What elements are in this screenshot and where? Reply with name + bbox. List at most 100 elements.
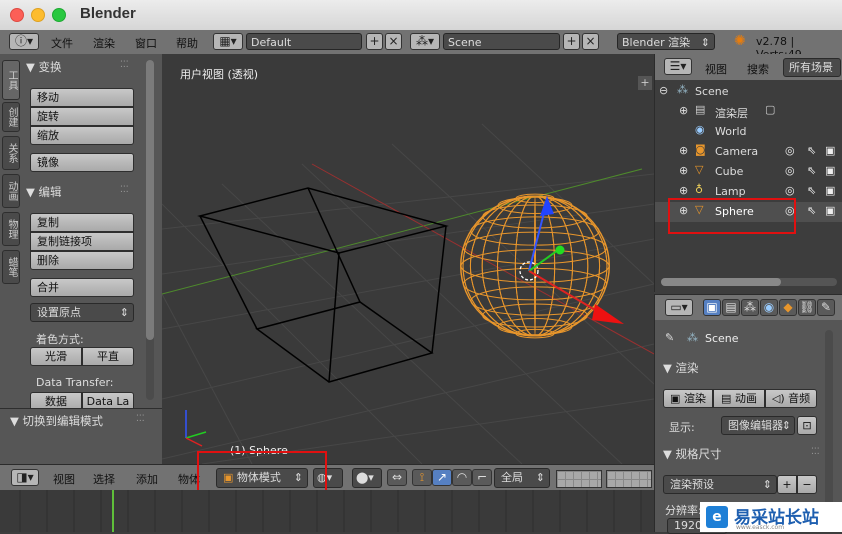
render-camera-icon[interactable]: ▣	[825, 184, 835, 197]
collapse-icon[interactable]: ⊖	[659, 84, 668, 97]
menu-add[interactable]: 添加	[136, 471, 158, 487]
display-mode-select[interactable]: 所有场景	[783, 58, 841, 77]
tab-physics[interactable]: 物理	[2, 212, 20, 246]
mirror-button[interactable]: 镜像	[30, 153, 134, 172]
render-layers-tab-icon[interactable]: ▤	[722, 299, 740, 316]
rotate-button[interactable]: 旋转	[30, 107, 134, 126]
flat-shading-button[interactable]: 平直	[82, 347, 134, 366]
set-origin-select[interactable]: 设置原点 ⇕	[30, 303, 134, 322]
menu-select[interactable]: 选择	[93, 471, 115, 487]
move-button[interactable]: 移动	[30, 88, 134, 107]
tool-shelf-scroll-thumb[interactable]	[146, 60, 154, 340]
menu-view[interactable]: 视图	[53, 471, 75, 487]
lock-interface-button[interactable]: ⊡	[797, 416, 817, 435]
editor-type-button[interactable]: ◨▾	[11, 469, 39, 486]
render-image-button[interactable]: ▣ 渲染	[663, 389, 713, 408]
tab-relations[interactable]: 关系	[2, 136, 20, 170]
scene-field[interactable]: Scene	[443, 33, 560, 50]
remove-scene-button[interactable]: ×	[582, 33, 599, 50]
layer-buttons-2[interactable]	[606, 470, 652, 488]
world-tab-icon[interactable]: ◉	[760, 299, 778, 316]
render-audio-button[interactable]: ◁) 音频	[765, 389, 817, 408]
render-camera-icon[interactable]: ▣	[825, 204, 835, 217]
drag-handle-icon[interactable]: ⁚⁚⁚	[136, 414, 145, 424]
tab-animation[interactable]: 动画	[2, 174, 20, 208]
render-panel-header[interactable]: ▼ 渲染	[663, 360, 699, 376]
screen-layout-icon[interactable]: ▦▾	[213, 33, 243, 50]
close-window-button[interactable]	[10, 8, 24, 22]
transform-panel-header[interactable]: ▼ 变换	[26, 59, 62, 77]
operator-panel-header[interactable]: ▼ 切换到编辑模式	[10, 413, 103, 429]
modifiers-tab-icon[interactable]: ✎	[817, 299, 835, 316]
expand-icon[interactable]: ⊕	[679, 144, 688, 157]
outliner-scroll-thumb[interactable]	[661, 278, 781, 286]
add-scene-button[interactable]: +	[563, 33, 580, 50]
render-preset-select[interactable]: 渲染预设 ⇕	[663, 475, 777, 494]
smooth-shading-button[interactable]: 光滑	[30, 347, 82, 366]
expand-icon[interactable]: ⊕	[679, 104, 688, 117]
outliner-row-camera[interactable]: ⊕ ◙ Camera ◎ ⇖ ▣	[655, 142, 842, 162]
drag-handle-icon[interactable]: ⁚⁚⁚	[120, 185, 129, 195]
y-manipulator-handle-icon[interactable]	[555, 245, 565, 255]
editor-type-button[interactable]: ⓘ▾	[9, 33, 39, 50]
remove-preset-button[interactable]: −	[797, 475, 817, 494]
scale-manipulator-icon[interactable]: ⌐	[472, 469, 492, 486]
object-tab-icon[interactable]: ◆	[779, 299, 797, 316]
cube-wireframe[interactable]	[197, 187, 449, 383]
visibility-eye-icon[interactable]: ◎	[785, 144, 795, 157]
maximize-window-button[interactable]	[52, 8, 66, 22]
outliner-row-render-layers[interactable]: ⊕ ▤ 渲染层 ▢	[655, 102, 842, 122]
pivot-point-select[interactable]: ⬤▾	[352, 468, 382, 488]
transform-manipulator-icon[interactable]: ⟟	[412, 469, 432, 486]
remove-screen-button[interactable]: ×	[385, 33, 402, 50]
3d-viewport[interactable]: 用户视图 (透视) (1) Sphere +	[162, 54, 654, 464]
drag-handle-icon[interactable]: ⁚⁚⁚	[811, 447, 820, 457]
menu-view[interactable]: 视图	[705, 61, 727, 77]
editor-type-button[interactable]: ☰▾	[664, 58, 692, 75]
menu-help[interactable]: 帮助	[176, 35, 198, 51]
add-screen-button[interactable]: +	[366, 33, 383, 50]
manipulator-toggle-icon[interactable]: ⇔	[387, 469, 407, 486]
rotate-manipulator-icon[interactable]: ◠	[452, 469, 472, 486]
minimize-window-button[interactable]	[31, 8, 45, 22]
timeline[interactable]	[0, 490, 654, 532]
menu-window[interactable]: 窗口	[135, 35, 157, 51]
outliner-row-world[interactable]: ◉ World	[655, 122, 842, 142]
outliner-row-cube[interactable]: ⊕ ▽ Cube ◎ ⇖ ▣	[655, 162, 842, 182]
properties-region-toggle[interactable]: +	[638, 76, 652, 90]
dimensions-panel-header[interactable]: ▼ 规格尺寸	[663, 446, 722, 462]
render-camera-icon[interactable]: ▣	[825, 164, 835, 177]
delete-button[interactable]: 删除	[30, 251, 134, 270]
visibility-eye-icon[interactable]: ◎	[785, 184, 795, 197]
render-engine-select[interactable]: Blender 渲染 ⇕	[617, 33, 715, 50]
screen-layout-field[interactable]: Default	[246, 33, 362, 50]
scale-button[interactable]: 缩放	[30, 126, 134, 145]
menu-render[interactable]: 渲染	[93, 35, 115, 51]
visibility-eye-icon[interactable]: ◎	[785, 164, 795, 177]
render-tab-icon[interactable]: ▣	[703, 299, 721, 316]
menu-file[interactable]: 文件	[51, 35, 73, 51]
render-animation-button[interactable]: ▤ 动画	[713, 389, 765, 408]
tab-create[interactable]: 创建	[2, 102, 20, 132]
scene-tab-icon[interactable]: ⁂	[741, 299, 759, 316]
layer-buttons[interactable]	[556, 470, 602, 488]
duplicate-button[interactable]: 复制	[30, 213, 134, 232]
x-manipulator-arrow-icon[interactable]	[592, 304, 624, 324]
tab-grease-pencil[interactable]: 蜡笔	[2, 250, 20, 284]
add-preset-button[interactable]: +	[777, 475, 797, 494]
select-cursor-icon[interactable]: ⇖	[807, 164, 816, 177]
expand-icon[interactable]: ⊕	[679, 164, 688, 177]
editor-type-button[interactable]: ▭▾	[665, 299, 693, 316]
tab-tools[interactable]: 工具	[2, 60, 20, 100]
translate-manipulator-icon[interactable]: ↗	[432, 469, 452, 486]
select-cursor-icon[interactable]: ⇖	[807, 144, 816, 157]
properties-scrollbar[interactable]	[825, 330, 833, 520]
transform-orientation-select[interactable]: 全局 ⇕	[494, 468, 550, 488]
expand-icon[interactable]: ⊕	[679, 184, 688, 197]
duplicate-linked-button[interactable]: 复制链接项	[30, 232, 134, 251]
pin-icon[interactable]: ✎	[665, 331, 674, 344]
select-cursor-icon[interactable]: ⇖	[807, 204, 816, 217]
display-mode-select[interactable]: 图像编辑器 ⇕	[721, 416, 795, 435]
constraints-tab-icon[interactable]: ⛓	[798, 299, 816, 316]
select-cursor-icon[interactable]: ⇖	[807, 184, 816, 197]
